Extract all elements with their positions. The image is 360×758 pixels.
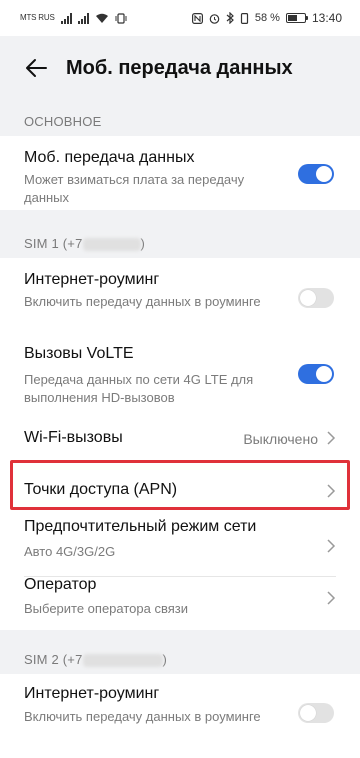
section-label-main: ОСНОВНОЕ — [24, 114, 102, 129]
clock: 13:40 — [311, 11, 342, 25]
card-sim1: Интернет-роуминг Включить передачу данны… — [0, 258, 360, 630]
wifi-calls-value: Выключено — [243, 431, 318, 447]
page-title: Моб. передача данных — [66, 56, 293, 79]
nfc-icon — [191, 12, 203, 24]
signal-icon-sim2 — [77, 12, 89, 24]
sim1-roaming-toggle[interactable] — [298, 288, 334, 308]
toggle-knob — [300, 290, 316, 306]
section-label-sim1: SIM 1 (+7) — [24, 236, 146, 252]
row-title: Предпочтительный режим сети — [24, 518, 257, 535]
carrier-name: MTS RUS — [20, 13, 55, 22]
bluetooth-icon — [226, 12, 234, 24]
row-sim1-roaming[interactable]: Интернет-роуминг Включить передачу данны… — [0, 258, 360, 340]
status-bar-left: MTS RUS — [20, 12, 127, 24]
toggle-knob — [316, 366, 332, 382]
chevron-right-icon — [327, 591, 336, 605]
row-title: Интернет-роуминг — [24, 685, 160, 702]
card-main: Моб. передача данных Может взиматься пла… — [0, 136, 360, 210]
row-subtitle: Передача данных по сети 4G LTE для выпол… — [24, 372, 254, 405]
status-bar-right: 58 % 13:40 — [191, 11, 342, 25]
redacted-number — [82, 654, 163, 668]
sim2-label-prefix: SIM 2 (+7 — [24, 652, 83, 667]
battery-fill — [287, 15, 297, 21]
row-subtitle: Включить передачу данных в роуминге — [24, 709, 261, 724]
sim2-roaming-toggle[interactable] — [298, 703, 334, 723]
apn-highlight-frame — [10, 460, 350, 510]
row-subtitle: Авто 4G/3G/2G — [24, 544, 116, 559]
row-title: Оператор — [24, 576, 97, 593]
row-operator[interactable]: Оператор Выберите оператора связи — [0, 576, 360, 630]
vibrate-mode-icon — [240, 12, 248, 24]
sim1-label-prefix: SIM 1 (+7 — [24, 236, 83, 251]
row-title: Вызовы VoLTE — [24, 345, 134, 362]
row-network-mode[interactable]: Предпочтительный режим сети Авто 4G/3G/2… — [0, 516, 360, 576]
redacted-number — [82, 238, 141, 252]
battery-percent: 58 % — [254, 12, 280, 24]
volte-toggle[interactable] — [298, 364, 334, 384]
battery-icon — [285, 13, 308, 23]
wifi-icon — [95, 13, 108, 23]
row-subtitle: Выберите оператора связи — [24, 601, 188, 616]
toggle-knob — [300, 705, 316, 721]
row-subtitle: Может взиматься плата за передачу данных — [24, 172, 245, 205]
section-label-sim2: SIM 2 (+7) — [24, 652, 168, 668]
row-subtitle: Включить передачу данных в роуминге — [24, 294, 261, 309]
chevron-right-icon — [327, 431, 336, 445]
row-volte[interactable]: Вызовы VoLTE Передача данных по сети 4G … — [0, 340, 360, 418]
row-title: Интернет-роуминг — [24, 271, 160, 288]
status-bar: MTS RUS 58 % 13:40 — [0, 0, 360, 36]
sim1-label-suffix: ) — [140, 236, 146, 251]
row-mobile-data[interactable]: Моб. передача данных Может взиматься пла… — [0, 136, 360, 210]
back-arrow-icon[interactable] — [24, 56, 48, 80]
row-sim2-roaming[interactable]: Интернет-роуминг Включить передачу данны… — [0, 674, 360, 758]
vibrate-icon — [115, 12, 127, 24]
alarm-icon — [209, 13, 220, 24]
chevron-right-icon — [327, 539, 336, 553]
row-title: Моб. передача данных — [24, 149, 195, 166]
mobile-data-toggle[interactable] — [298, 164, 334, 184]
row-wifi-calls[interactable]: Wi-Fi-вызовы Выключено — [0, 418, 360, 466]
sim2-label-suffix: ) — [162, 652, 168, 667]
card-sim2: Интернет-роуминг Включить передачу данны… — [0, 674, 360, 758]
app-bar: Моб. передача данных — [0, 36, 360, 100]
signal-icon — [60, 12, 72, 24]
toggle-knob — [316, 166, 332, 182]
row-title: Wi-Fi-вызовы — [24, 429, 123, 446]
